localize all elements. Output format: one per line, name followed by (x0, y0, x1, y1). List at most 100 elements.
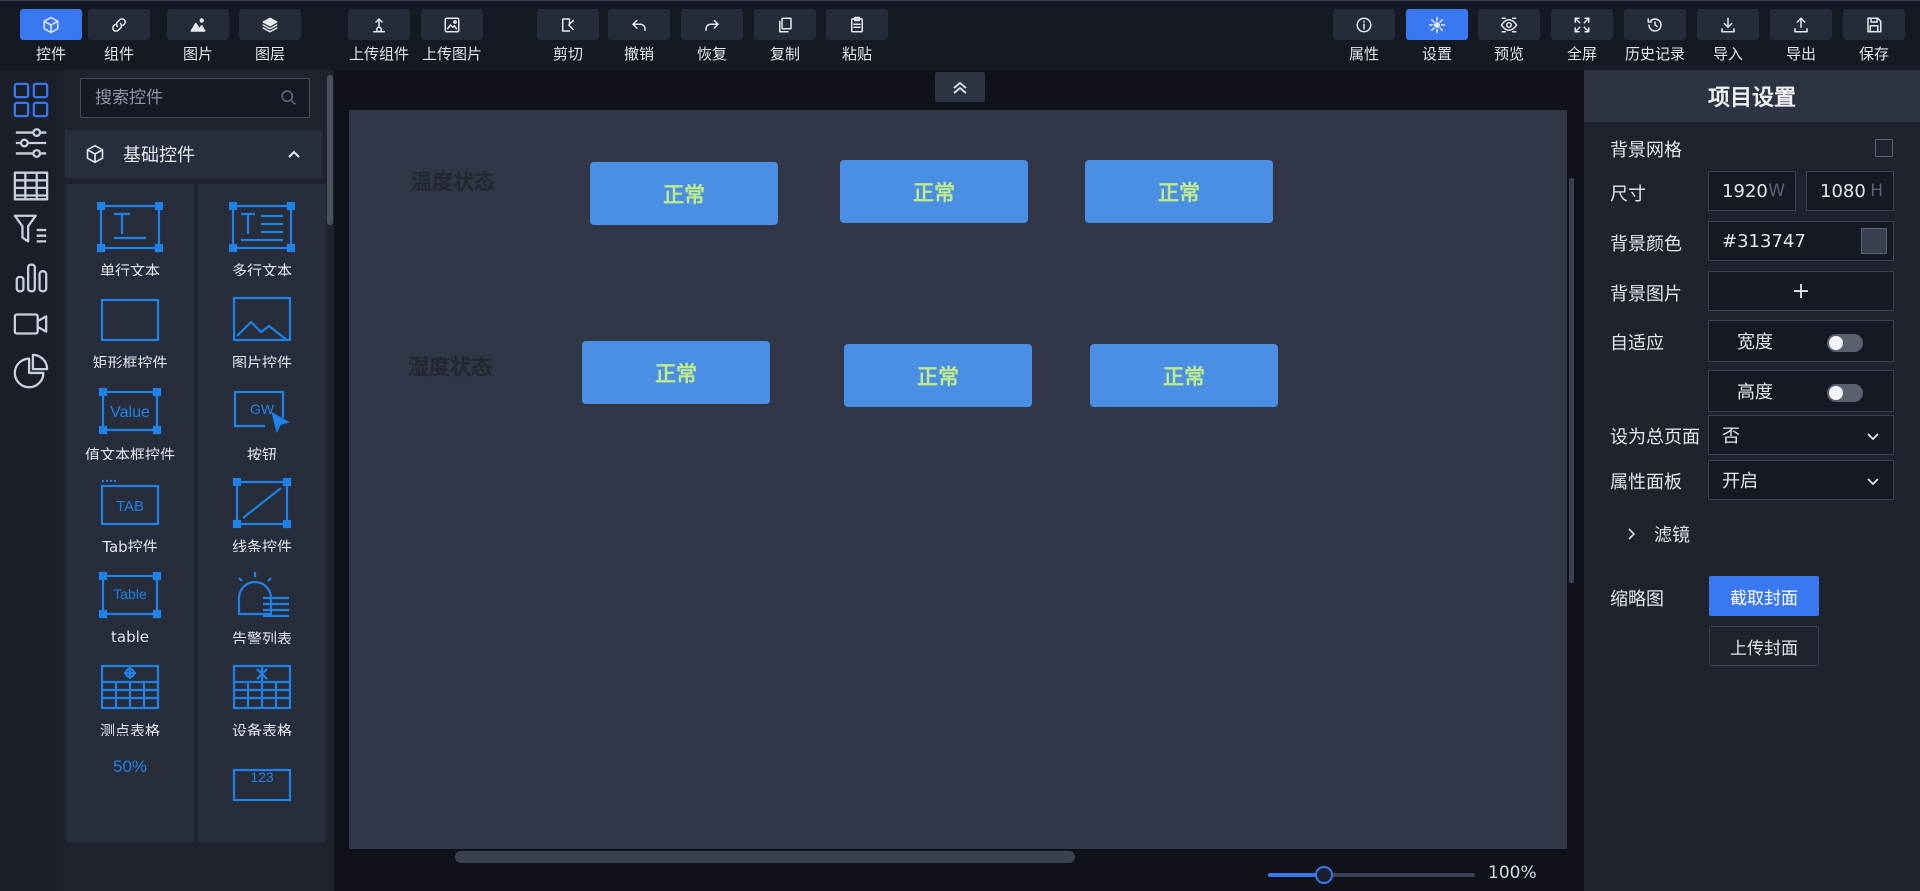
toolbar-undo-button[interactable]: 撤销 (603, 9, 675, 67)
chevron-down-icon (1867, 478, 1879, 486)
toolbar-copy-button[interactable]: 复制 (749, 9, 821, 67)
design-board[interactable]: 温度状态 正常 正常 正常 湿度状态 正常 正常 正常 (349, 110, 1567, 849)
height-field[interactable]: 1080 H (1806, 171, 1894, 211)
toolbar-info-button[interactable]: 属性 (1328, 9, 1400, 67)
upload-cover-button[interactable]: 上传封面 (1709, 626, 1819, 666)
adaptive-width-toggle[interactable] (1827, 334, 1863, 352)
prop-panel-select[interactable]: 开启 (1708, 460, 1894, 500)
widgets-grid-icon[interactable] (11, 80, 51, 120)
toolbar-cube-button[interactable]: 控件 (15, 9, 87, 67)
svg-text:123: 123 (250, 769, 274, 785)
widget-search-input[interactable] (81, 79, 271, 117)
table-icon[interactable] (11, 166, 51, 206)
width-value: 1920 (1722, 180, 1768, 202)
toolbar-import-button[interactable]: 导入 (1692, 9, 1764, 67)
widget-rectangle[interactable]: 矩形框控件 (66, 276, 194, 382)
panel-title: 项目设置 (1584, 70, 1920, 122)
svg-text:GW: GW (250, 401, 275, 417)
canvas-vertical-scrollbar[interactable] (1569, 178, 1574, 583)
widget-panel: 基础控件 单行文本多行文本矩形框控件图片控件Value值文本框控件GW按钮TAB… (62, 70, 334, 891)
svg-text:50%: 50% (113, 757, 147, 776)
copy-icon (754, 9, 816, 40)
pie-chart-icon[interactable] (11, 352, 51, 392)
prop-panel-label: 属性面板 (1610, 472, 1682, 493)
height-unit: H (1870, 181, 1883, 201)
widget-line-widget[interactable]: 线条控件 (198, 460, 326, 566)
humidity-status-button-2[interactable]: 正常 (844, 344, 1032, 407)
paste-icon (826, 9, 888, 40)
filter-section-toggle[interactable]: 滤镜 (1624, 521, 1690, 547)
home-page-select[interactable]: 否 (1708, 415, 1894, 455)
toolbar-button-label: 属性 (1348, 45, 1379, 63)
humidity-status-button-3[interactable]: 正常 (1090, 344, 1278, 407)
adaptive-height-toggle[interactable] (1827, 384, 1863, 402)
humidity-status-button-1[interactable]: 正常 (582, 341, 770, 404)
widget-value-textbox[interactable]: Value 值文本框控件 (66, 368, 194, 474)
canvas-horizontal-scrollbar[interactable] (455, 851, 1075, 863)
toolbar-export-button[interactable]: 导出 (1765, 9, 1837, 67)
toolbar-fullscreen-button[interactable]: 全屏 (1546, 9, 1618, 67)
filter-list-icon[interactable] (11, 210, 51, 250)
toolbar-button-label: 保存 (1858, 45, 1889, 63)
redo-icon (681, 9, 743, 40)
table-widget-icon: Table (98, 571, 162, 619)
zoom-slider-handle[interactable] (1315, 866, 1333, 884)
bg-color-swatch[interactable] (1861, 228, 1887, 254)
thumbnail-label: 缩略图 (1610, 589, 1664, 610)
group-title: 基础控件 (123, 145, 195, 166)
widget-tab-widget[interactable]: TAB Tab控件 (66, 460, 194, 566)
widget-picture[interactable]: 图片控件 (198, 276, 326, 382)
number-widget-icon: 123 (232, 768, 292, 802)
widget-single-line-text[interactable]: 单行文本 (66, 184, 194, 290)
cube-icon (20, 9, 82, 40)
toolbar-paste-button[interactable]: 粘贴 (821, 9, 893, 67)
toolbar-upload-component-button[interactable]: 上传组件 (343, 9, 415, 67)
svg-text:TAB: TAB (116, 498, 144, 515)
widget-device-table[interactable]: 设备表格 (198, 644, 326, 750)
widget-panel-scrollbar[interactable] (327, 75, 333, 225)
prop-panel-value: 开启 (1722, 471, 1758, 492)
toolbar-button-label: 全屏 (1566, 45, 1597, 63)
widget-table-widget[interactable]: Table table (66, 552, 194, 658)
widget-percent-widget[interactable]: 50% (66, 736, 194, 842)
toolbar-save-button[interactable]: 保存 (1838, 9, 1910, 67)
temperature-status-button-2[interactable]: 正常 (840, 160, 1028, 223)
button-widget-icon: GW (233, 390, 290, 434)
bg-image-add-button[interactable]: + (1708, 271, 1894, 311)
link-icon (88, 9, 150, 40)
search-icon[interactable] (280, 89, 297, 106)
basic-widgets-group-header[interactable]: 基础控件 (65, 130, 322, 178)
collapse-toolbar-button[interactable] (935, 72, 985, 102)
bg-grid-checkbox[interactable] (1875, 139, 1893, 157)
temperature-status-label: 温度状态 (411, 170, 495, 194)
toolbar-eye-button[interactable]: 预览 (1473, 9, 1545, 67)
bg-color-field[interactable]: #313747 (1708, 221, 1894, 261)
toolbar-link-button[interactable]: 组件 (83, 9, 155, 67)
widget-point-table[interactable]: 测点表格 (66, 644, 194, 750)
toolbar-history-button[interactable]: 历史记录 (1619, 9, 1691, 67)
widget-number-widget[interactable]: 123 (198, 736, 326, 842)
toolbar-gear-button[interactable]: 设置 (1401, 9, 1473, 67)
toolbar-layers-button[interactable]: 图层 (234, 9, 306, 67)
toolbar-button-label: 图片 (182, 45, 213, 63)
capture-cover-button[interactable]: 截取封面 (1709, 576, 1819, 616)
gear-icon (1406, 9, 1468, 40)
toolbar-image-button[interactable]: 图片 (162, 9, 234, 67)
video-camera-icon[interactable] (11, 304, 51, 344)
width-field[interactable]: 1920 W (1708, 171, 1796, 211)
toolbar-cut-button[interactable]: 剪切 (532, 9, 604, 67)
bg-color-label: 背景颜色 (1610, 234, 1682, 255)
adaptive-height-label: 高度 (1737, 382, 1773, 403)
toolbar-redo-button[interactable]: 恢复 (676, 9, 748, 67)
chevron-up-icon[interactable] (286, 146, 302, 162)
temperature-status-button-3[interactable]: 正常 (1085, 160, 1273, 223)
widget-multi-line-text[interactable]: 多行文本 (198, 184, 326, 290)
device-table-icon (232, 664, 292, 710)
toolbar-upload-image-button[interactable]: 上传图片 (416, 9, 488, 67)
cut-icon (537, 9, 599, 40)
widget-button-widget[interactable]: GW 按钮 (198, 368, 326, 474)
sliders-icon[interactable] (11, 123, 51, 163)
temperature-status-button-1[interactable]: 正常 (590, 162, 778, 225)
bar-chart-icon[interactable] (11, 257, 51, 297)
widget-alarm-list[interactable]: 告警列表 (198, 552, 326, 658)
